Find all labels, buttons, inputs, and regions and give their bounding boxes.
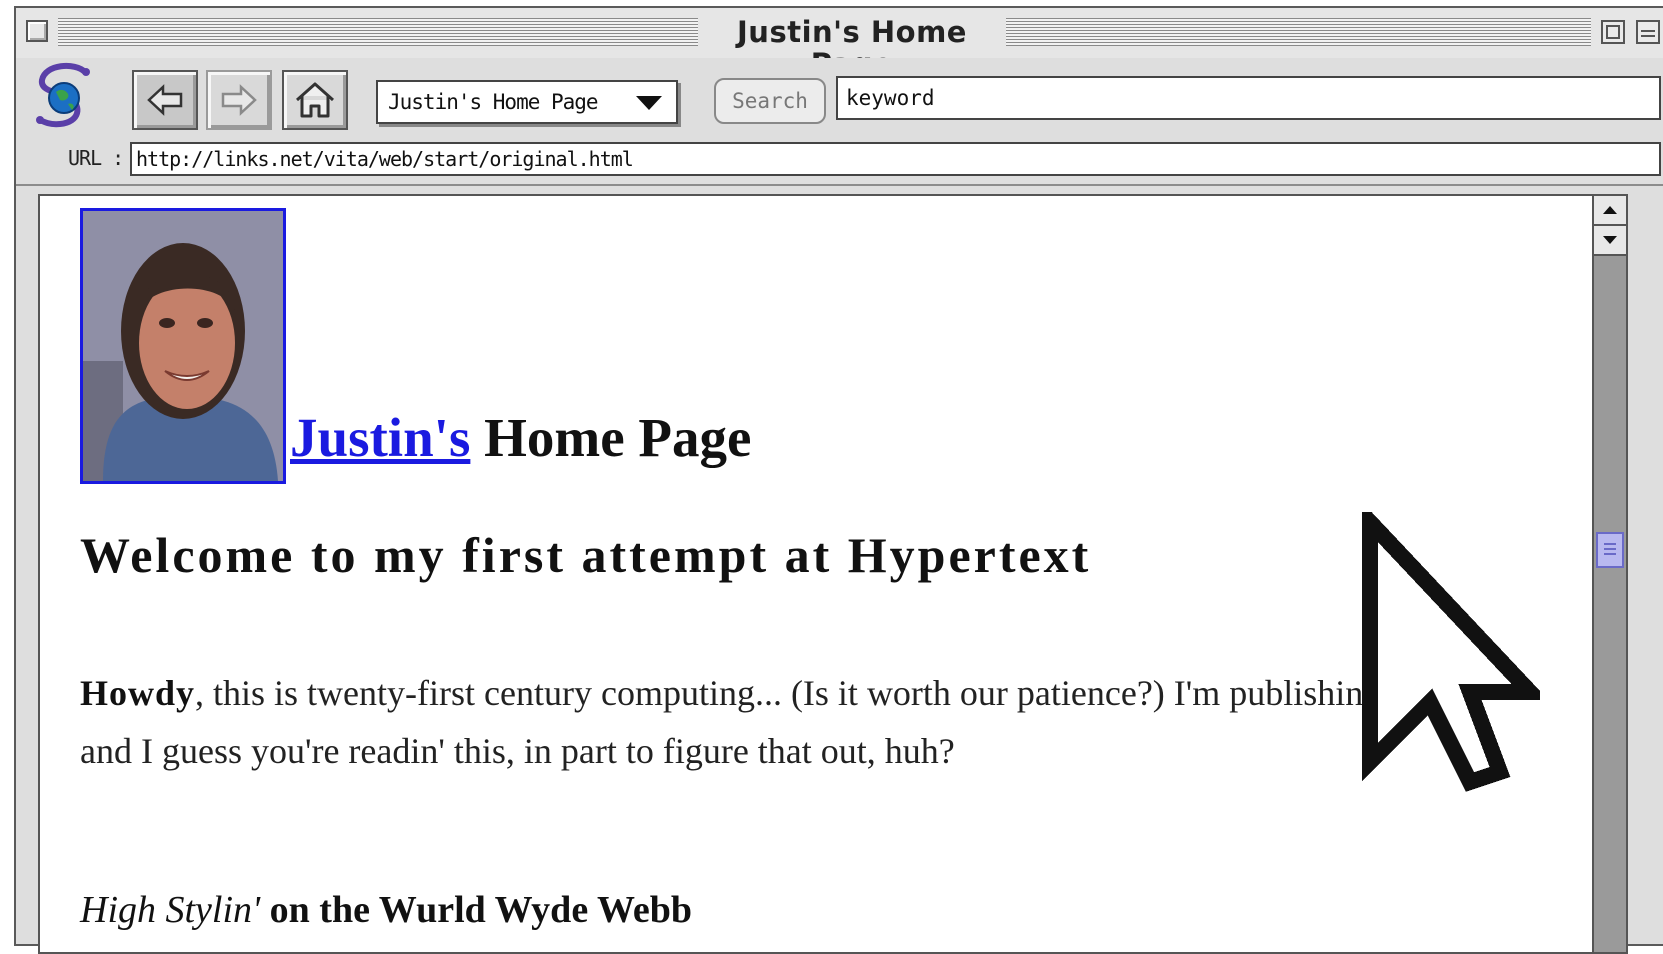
portrait-photo <box>83 211 283 481</box>
collapse-box-icon[interactable] <box>1636 20 1660 44</box>
back-button[interactable] <box>132 70 198 130</box>
url-label: URL : <box>68 146 124 170</box>
scroll-up-button[interactable] <box>1594 196 1626 226</box>
zoom-box-icon[interactable] <box>1601 20 1625 44</box>
home-button[interactable] <box>282 70 348 130</box>
back-arrow-icon <box>147 84 183 116</box>
scroll-thumb[interactable] <box>1596 532 1624 568</box>
title-stripes-right <box>1006 18 1591 46</box>
location-dropdown-value: Justin's Home Page <box>388 90 599 114</box>
vertical-scrollbar[interactable] <box>1592 196 1626 952</box>
forward-button[interactable] <box>206 70 272 130</box>
url-bar: URL : <box>16 140 1663 186</box>
page-content[interactable]: Justin's Home Page Welcome to my first a… <box>38 194 1628 954</box>
url-input[interactable] <box>130 142 1661 176</box>
close-box-icon[interactable] <box>26 20 48 42</box>
search-button[interactable]: Search <box>714 78 826 124</box>
mouse-pointer-icon <box>1362 512 1540 792</box>
page-heading: Justin's Home Page <box>290 406 751 469</box>
heading-rest: Home Page <box>470 407 752 468</box>
heading-link[interactable]: Justin's <box>290 407 470 468</box>
search-input[interactable] <box>836 76 1661 120</box>
intro-paragraph: Howdy, this is twenty-first century comp… <box>80 664 1460 780</box>
scroll-up-arrow-icon <box>1603 206 1617 214</box>
title-bar[interactable]: Justin's Home Page <box>16 8 1663 80</box>
portrait-image-link[interactable] <box>80 208 286 484</box>
intro-bold: Howdy <box>80 673 196 713</box>
subhead-rest: on the Wurld Wyde Webb <box>260 889 693 931</box>
window-title: Justin's Home Page <box>698 16 1006 80</box>
toolbar: Justin's Home Page Search <box>16 58 1663 146</box>
subhead-italic: High Stylin' <box>80 889 261 931</box>
browser-window: Justin's Home Page <box>14 6 1663 954</box>
title-stripes-left <box>58 18 698 46</box>
scroll-down-arrow-icon <box>1603 236 1617 244</box>
forward-arrow-icon <box>221 84 257 116</box>
welcome-heading: Welcome to my first attempt at Hypertext <box>80 527 1092 583</box>
dropdown-arrow-icon <box>636 96 662 110</box>
home-icon <box>296 82 334 118</box>
subheading: High Stylin' on the Wurld Wyde Webb <box>80 888 692 932</box>
intro-text: , this is twenty-first century computing… <box>80 673 1452 771</box>
browser-logo-icon[interactable] <box>30 62 100 132</box>
location-dropdown[interactable]: Justin's Home Page <box>376 80 678 124</box>
scroll-down-button[interactable] <box>1594 226 1626 256</box>
